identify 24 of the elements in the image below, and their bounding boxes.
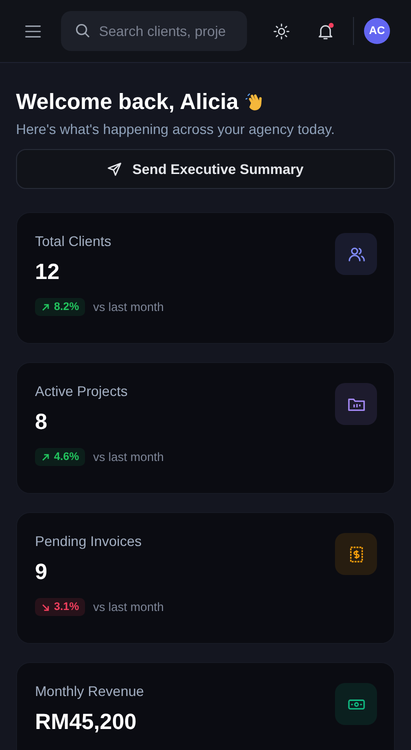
sun-icon[interactable] [273, 22, 290, 40]
users-icon [346, 244, 366, 264]
stat-value: RM45,200 [35, 709, 138, 735]
send-icon [107, 162, 122, 176]
welcome-title: Welcome back, Alicia [16, 89, 239, 115]
change-badge: 3.1% [35, 598, 86, 616]
stat-label: Monthly Revenue [35, 683, 144, 699]
welcome-subtitle: Here's what's happening across your agency today. [16, 121, 336, 137]
change-caption: vs last month [93, 450, 164, 464]
change-caption: vs last month [93, 600, 164, 614]
stat-value: 9 [35, 559, 48, 585]
bell-icon[interactable] [316, 22, 335, 40]
change-caption: vs last month [93, 300, 164, 314]
change-badge: 4.6% [35, 448, 86, 466]
stat-value: 12 [35, 259, 60, 285]
user-avatar[interactable]: AC [364, 18, 390, 44]
stat-label: Active Projects [35, 383, 129, 399]
change-badge: 8.2% [35, 298, 86, 316]
stat-value: 8 [35, 409, 48, 435]
stat-label: Total Clients [35, 233, 112, 249]
menu-icon[interactable] [25, 24, 41, 38]
search-field[interactable]: Search clients, proje [61, 11, 247, 51]
send-summary-button[interactable]: Send Executive Summary [16, 149, 395, 189]
stat-label: Pending Invoices [35, 533, 143, 549]
